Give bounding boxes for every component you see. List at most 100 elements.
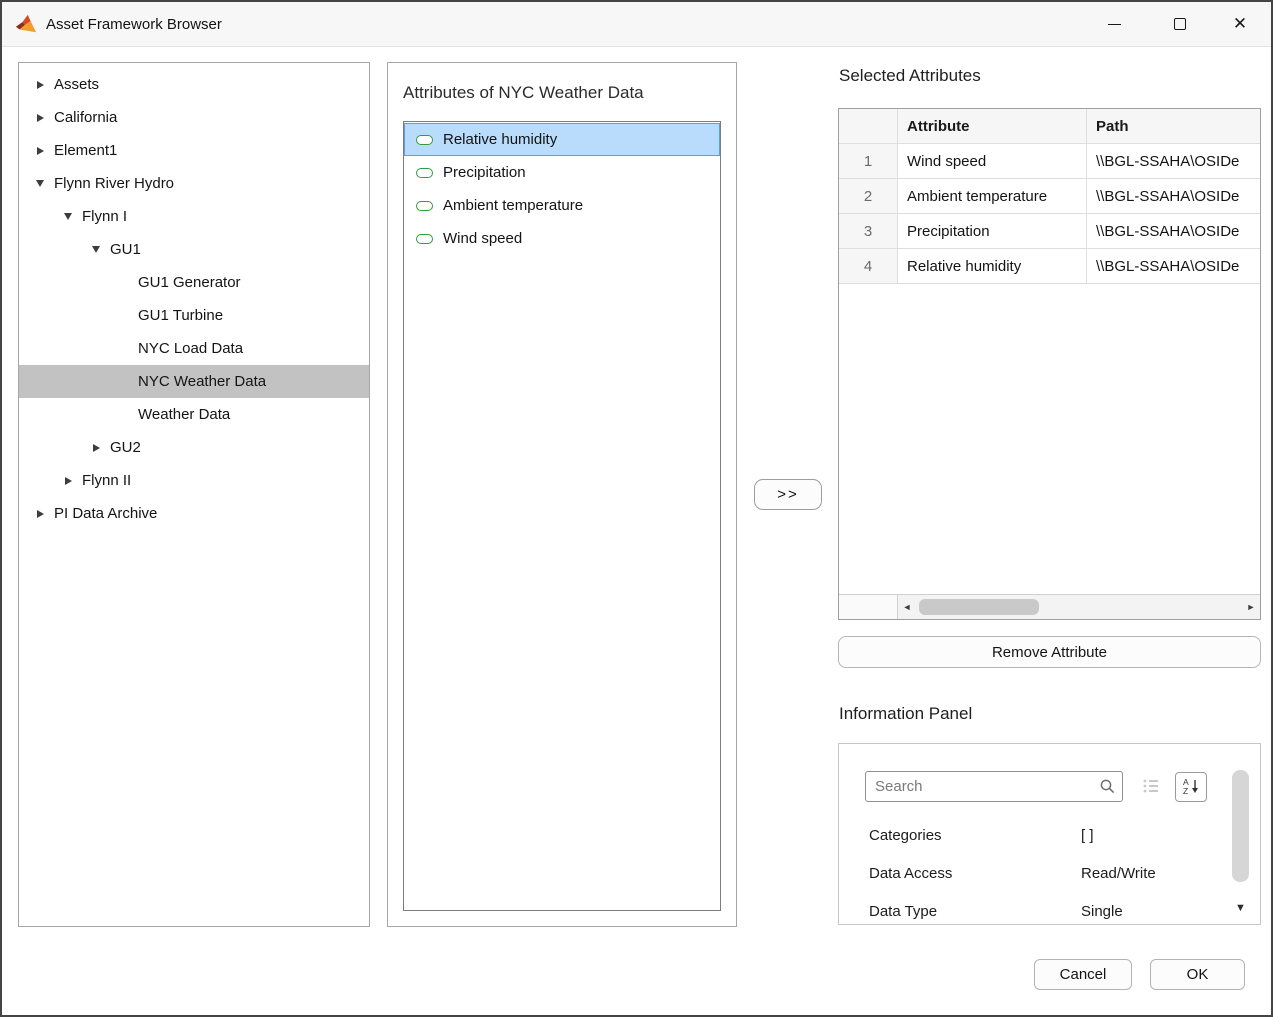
attributes-panel: Attributes of NYC Weather Data Relative … [387, 62, 737, 927]
column-header-attribute[interactable]: Attribute [898, 109, 1087, 144]
title-bar: Asset Framework Browser ✕ [2, 2, 1271, 47]
attribute-icon [416, 135, 433, 145]
horizontal-scrollbar-thumb[interactable] [919, 599, 1039, 615]
tree-item-label: GU1 Turbine [138, 307, 223, 324]
path-cell: \\BGL-SSAHA\OSIDe [1087, 179, 1260, 214]
sort-alphabetical-button[interactable]: A Z [1175, 772, 1207, 802]
table-row[interactable]: 2 Ambient temperature \\BGL-SSAHA\OSIDe [839, 179, 1260, 214]
row-number: 2 [839, 179, 898, 214]
scroll-right-icon[interactable]: ► [1242, 595, 1260, 619]
tree-item-label: NYC Load Data [138, 340, 243, 357]
column-header-path[interactable]: Path [1087, 109, 1260, 144]
vertical-scrollbar[interactable]: ▼ [1232, 766, 1249, 914]
row-number: 3 [839, 214, 898, 249]
chevron-right-icon[interactable] [29, 147, 51, 155]
table-row[interactable]: 3 Precipitation \\BGL-SSAHA\OSIDe [839, 214, 1260, 249]
scrollbar-corner [839, 595, 898, 619]
search-icon [1099, 778, 1116, 795]
tree-item-flynn-ii[interactable]: Flynn II [19, 464, 369, 497]
chevron-right-icon[interactable] [29, 81, 51, 89]
information-panel-title: Information Panel [839, 704, 972, 724]
list-item-relative-humidity[interactable]: Relative humidity [404, 123, 720, 156]
close-button[interactable]: ✕ [1217, 2, 1263, 46]
ok-button[interactable]: OK [1150, 959, 1245, 990]
table-row[interactable]: 1 Wind speed \\BGL-SSAHA\OSIDe [839, 144, 1260, 179]
asset-tree-panel: Assets California Element1 Flynn River H… [18, 62, 370, 927]
tree-item-nyc-weather-data[interactable]: NYC Weather Data [19, 365, 369, 398]
path-cell: \\BGL-SSAHA\OSIDe [1087, 214, 1260, 249]
property-row-categories[interactable]: Categories [ ] [869, 816, 1200, 854]
tree-item-label: Element1 [54, 142, 117, 159]
tree-item-gu1-generator[interactable]: GU1 Generator [19, 266, 369, 299]
tree-item-gu1[interactable]: GU1 [19, 233, 369, 266]
information-panel: A Z ▼ Categories [ ] Data Access Read/Wr… [838, 743, 1261, 925]
add-attribute-button[interactable]: >> [754, 479, 822, 510]
attribute-icon [416, 234, 433, 244]
close-icon: ✕ [1233, 14, 1247, 34]
list-item-ambient-temperature[interactable]: Ambient temperature [404, 189, 720, 222]
tree-item-label: GU1 [110, 241, 141, 258]
window-title: Asset Framework Browser [46, 16, 222, 33]
list-item-label: Relative humidity [443, 131, 557, 148]
list-item-label: Wind speed [443, 230, 522, 247]
property-value: [ ] [1081, 827, 1200, 844]
attribute-cell: Wind speed [898, 144, 1087, 179]
property-row-data-access[interactable]: Data Access Read/Write [869, 854, 1200, 892]
selected-attributes-table: Attribute Path 1 Wind speed \\BGL-SSAHA\… [838, 108, 1261, 620]
list-item-wind-speed[interactable]: Wind speed [404, 222, 720, 255]
path-cell: \\BGL-SSAHA\OSIDe [1087, 249, 1260, 284]
tree-item-gu1-turbine[interactable]: GU1 Turbine [19, 299, 369, 332]
attribute-icon [416, 201, 433, 211]
tree-item-label: Assets [54, 76, 99, 93]
list-item-precipitation[interactable]: Precipitation [404, 156, 720, 189]
table-row[interactable]: 4 Relative humidity \\BGL-SSAHA\OSIDe [839, 249, 1260, 284]
tree-item-weather-data[interactable]: Weather Data [19, 398, 369, 431]
tree-item-flynn-i[interactable]: Flynn I [19, 200, 369, 233]
list-item-label: Precipitation [443, 164, 526, 181]
remove-attribute-button[interactable]: Remove Attribute [838, 636, 1261, 668]
chevron-right-icon[interactable] [29, 114, 51, 122]
tree-item-pi-data-archive[interactable]: PI Data Archive [19, 497, 369, 530]
tree-item-element1[interactable]: Element1 [19, 134, 369, 167]
table-header-row: Attribute Path [839, 109, 1260, 144]
maximize-button[interactable] [1157, 2, 1203, 46]
horizontal-scrollbar[interactable]: ◄ ► [898, 595, 1260, 619]
tree-item-gu2[interactable]: GU2 [19, 431, 369, 464]
property-list: Categories [ ] Data Access Read/Write Da… [869, 816, 1200, 925]
tree-item-nyc-load-data[interactable]: NYC Load Data [19, 332, 369, 365]
chevron-down-icon[interactable] [29, 180, 51, 187]
chevron-down-icon[interactable] [85, 246, 107, 253]
search-box [865, 771, 1123, 802]
chevron-right-icon[interactable] [29, 510, 51, 518]
attribute-icon [416, 168, 433, 178]
tree-item-label: Flynn River Hydro [54, 175, 174, 192]
list-item-label: Ambient temperature [443, 197, 583, 214]
scroll-down-icon[interactable]: ▼ [1232, 902, 1249, 914]
cancel-button[interactable]: Cancel [1034, 959, 1132, 990]
vertical-scrollbar-thumb[interactable] [1232, 770, 1249, 882]
sort-a-z-icon: A Z [1182, 777, 1200, 798]
tree-item-assets[interactable]: Assets [19, 68, 369, 101]
chevron-down-icon[interactable] [57, 213, 79, 220]
search-input[interactable] [865, 771, 1123, 802]
attribute-cell: Ambient temperature [898, 179, 1087, 214]
attributes-list: Relative humidity Precipitation Ambient … [403, 121, 721, 911]
row-number: 4 [839, 249, 898, 284]
attributes-panel-title: Attributes of NYC Weather Data [403, 83, 644, 103]
attribute-cell: Relative humidity [898, 249, 1087, 284]
group-view-button[interactable] [1135, 772, 1167, 802]
tree-item-california[interactable]: California [19, 101, 369, 134]
minimize-button[interactable] [1091, 2, 1137, 46]
chevron-right-icon[interactable] [85, 444, 107, 452]
minimize-icon [1108, 24, 1121, 25]
property-row-data-type[interactable]: Data Type Single [869, 892, 1200, 925]
property-name: Categories [869, 827, 1081, 844]
chevron-right-icon[interactable] [57, 477, 79, 485]
table-corner-cell [839, 109, 898, 144]
tree-item-flynn-river-hydro[interactable]: Flynn River Hydro [19, 167, 369, 200]
svg-text:Z: Z [1183, 786, 1188, 795]
tree-item-label: PI Data Archive [54, 505, 157, 522]
tree-item-label: California [54, 109, 117, 126]
scroll-left-icon[interactable]: ◄ [898, 595, 916, 619]
table-empty-area [839, 284, 1260, 594]
